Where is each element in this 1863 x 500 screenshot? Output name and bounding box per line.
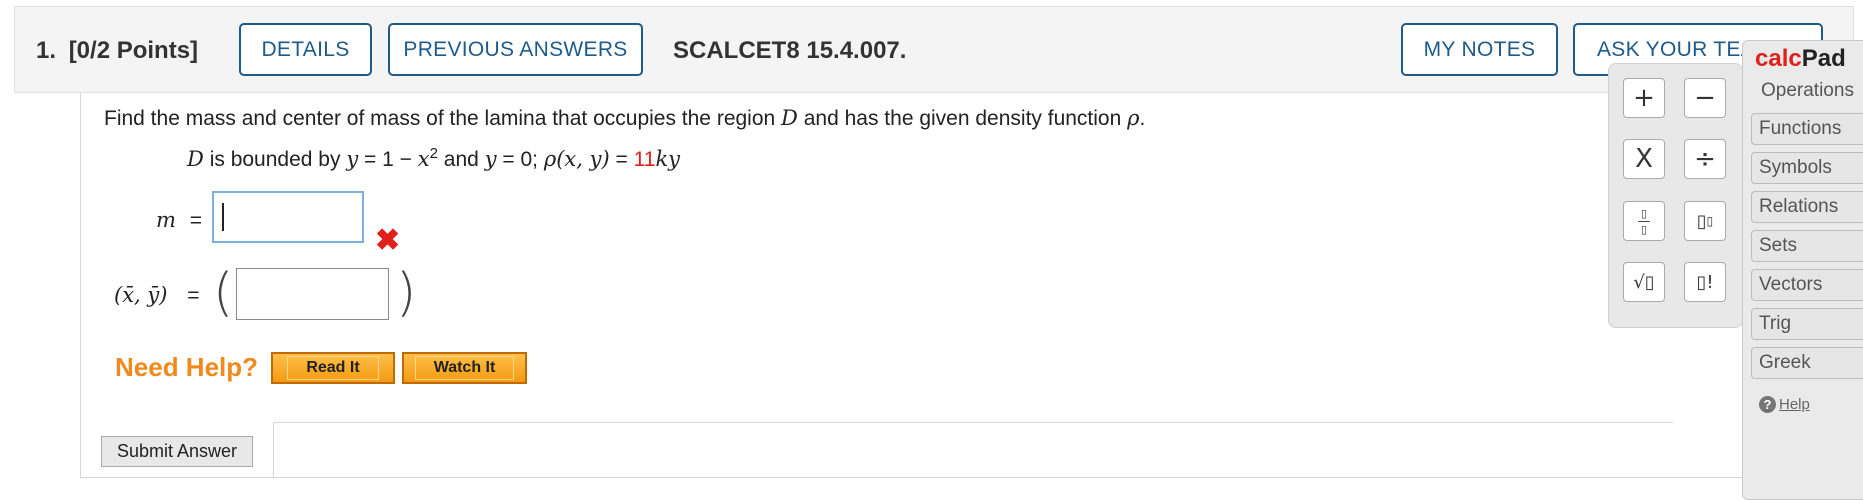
calcpad-operations-panel: + − X ÷ ▯ ▯ ▯ ▯ √▯ ▯! [1608,63,1743,328]
prompt-period: . [1139,107,1146,130]
submit-answer-button[interactable]: Submit Answer [101,436,253,467]
fraction-icon: ▯ ▯ [1638,208,1650,235]
mass-label-row: m = [156,208,202,233]
calcpad-panel: calcPad Operations Functions Symbols Rel… [1742,40,1863,500]
text-caret [222,203,224,231]
incorrect-icon: ✖ [375,224,401,257]
read-it-button[interactable]: Read It [271,352,395,384]
minus-button[interactable]: − [1684,78,1726,118]
fraction-bar [1638,220,1650,222]
details-button[interactable]: DETAILS [239,23,372,76]
tab-greek[interactable]: Greek [1751,347,1863,379]
need-help-label: Need Help? [115,352,259,382]
calcpad-title: calcPad [1755,45,1846,73]
calcpad-help-link[interactable]: ? Help [1759,396,1810,413]
divider-line [273,422,1673,423]
tab-sets[interactable]: Sets [1751,230,1863,262]
region-definition: D is bounded by y = 1 − x2 and y = 0; ρ(… [187,145,680,172]
operations-tab[interactable]: Operations [1761,80,1854,102]
divide-button[interactable]: ÷ [1684,139,1726,179]
read-it-label: Read It [287,356,379,380]
bounded-text: is bounded by [209,148,341,171]
help-icon: ? [1759,396,1776,413]
tab-functions[interactable]: Functions [1751,113,1863,145]
tab-symbols[interactable]: Symbols [1751,152,1863,184]
mass-equals: = [189,209,203,232]
fraction-button[interactable]: ▯ ▯ [1623,201,1665,241]
plus-button[interactable]: + [1623,78,1665,118]
fraction-numerator: ▯ [1640,206,1648,220]
previous-answers-button[interactable]: PREVIOUS ANSWERS [388,23,643,76]
density-ky: ky [655,147,681,171]
mass-label: m [156,208,176,232]
question-number: 1. [36,37,57,64]
points-label: [0/2 Points] [68,37,199,64]
my-notes-button[interactable]: MY NOTES [1401,23,1558,76]
watch-it-label: Watch It [414,356,515,380]
density-coefficient: 11 [633,148,656,171]
open-paren: ( [213,263,234,323]
calcpad-title-calc: calc [1755,45,1802,72]
watch-it-button[interactable]: Watch It [402,352,527,384]
eq-zero: = 0; [502,148,539,171]
density-equals: = [615,148,628,171]
tab-relations[interactable]: Relations [1751,191,1863,223]
var-y2: y [484,147,497,171]
sqrt-button[interactable]: √▯ [1623,262,1665,302]
exponent: 2 [429,145,438,162]
divider-vertical [273,422,274,478]
times-button[interactable]: X [1623,139,1665,179]
power-base-icon: ▯ [1696,210,1707,232]
prompt-text-2: and has the given density function [803,107,1122,130]
and-text: and [443,148,479,171]
close-paren: ) [396,263,417,323]
center-equals: = [187,284,200,307]
center-of-mass-input[interactable] [236,268,389,320]
var-D: D [781,106,798,130]
eq-one-minus: = 1 − [364,148,412,171]
center-label-row: (x̄, ȳ) = [114,283,200,308]
mass-input[interactable] [212,191,364,243]
center-label: (x̄, ȳ) [114,283,168,307]
tab-vectors[interactable]: Vectors [1751,269,1863,301]
var-rho: ρ [1127,106,1140,130]
power-exp-icon: ▯ [1706,214,1714,228]
question-prompt: Find the mass and center of mass of the … [104,106,1145,131]
tab-trig[interactable]: Trig [1751,308,1863,340]
prompt-text-1: Find the mass and center of mass of the … [104,107,776,130]
help-label: Help [1779,396,1810,413]
power-button[interactable]: ▯ ▯ [1684,201,1726,241]
calcpad-title-pad: Pad [1801,45,1846,72]
factorial-button[interactable]: ▯! [1684,262,1726,302]
question-number-points: 1. [0/2 Points] [36,37,198,65]
var-y1: y [346,147,359,171]
problem-code: SCALCET8 15.4.007. [673,37,907,64]
var-x: x [417,147,430,171]
density-func: ρ(x, y) [543,147,610,171]
var-D-sub: D [187,147,204,171]
fraction-denominator: ▯ [1640,222,1648,236]
